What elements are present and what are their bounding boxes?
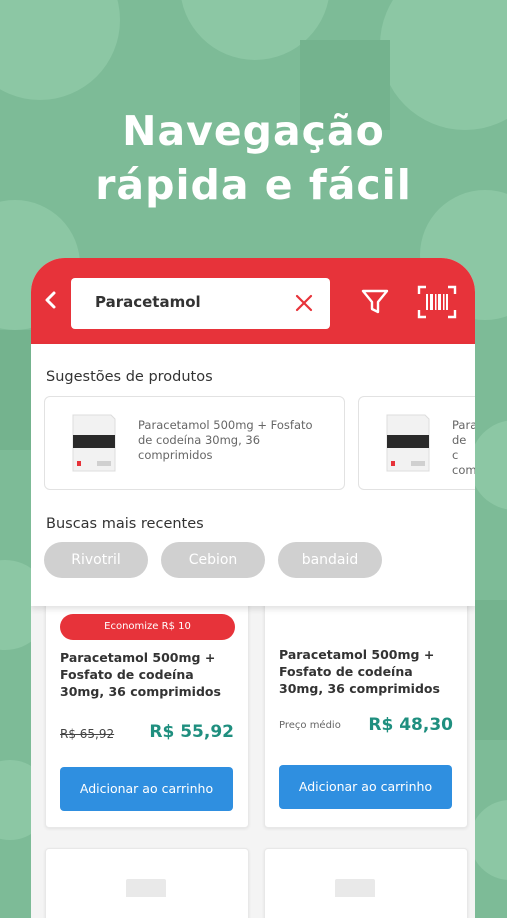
barcode-scan-icon[interactable] [417, 285, 457, 319]
product-grid: Economize R$ 10 Paracetamol 500mg + Fosf… [31, 588, 475, 918]
promo-headline: Navegação rápida e fácil [0, 104, 507, 212]
product-card[interactable]: Paracetamol 500mg + Fosfato de codeína 3… [264, 588, 468, 828]
search-value: Paracetamol [95, 293, 201, 311]
recent-search-chip[interactable]: bandaid [278, 542, 382, 578]
recent-searches-title: Buscas mais recentes [46, 516, 204, 532]
close-icon[interactable] [294, 293, 314, 313]
product-box-image [72, 414, 116, 472]
product-box-image [126, 879, 166, 897]
chevron-left-icon[interactable] [43, 288, 59, 312]
add-to-cart-button[interactable]: Adicionar ao carrinho [60, 767, 233, 811]
product-box-image [386, 414, 430, 472]
search-header: Paracetamol [31, 258, 475, 344]
phone-screen: Paracetamol Sugestões de produtos Parace… [31, 258, 475, 918]
product-price: R$ 55,92 [149, 722, 234, 742]
suggestion-text: Para de c com [452, 418, 475, 477]
average-price-label: Preço médio [279, 720, 341, 731]
product-card[interactable] [264, 848, 468, 918]
product-name: Paracetamol 500mg + Fosfato de codeína 3… [60, 650, 221, 699]
add-to-cart-button[interactable]: Adicionar ao carrinho [279, 765, 452, 809]
recent-search-chip[interactable]: Cebion [161, 542, 265, 578]
product-name: Paracetamol 500mg + Fosfato de codeína 3… [279, 647, 440, 696]
product-price: R$ 48,30 [368, 715, 453, 735]
filter-icon[interactable] [360, 286, 390, 316]
suggestions-title: Sugestões de produtos [46, 369, 213, 385]
search-input[interactable]: Paracetamol [71, 278, 330, 329]
product-box-image [335, 879, 375, 897]
headline-line-2: rápida e fácil [95, 161, 412, 209]
suggestion-card[interactable]: Para de c com [358, 396, 475, 490]
recent-search-chip[interactable]: Rivotril [44, 542, 148, 578]
product-card[interactable] [45, 848, 249, 918]
suggestion-card[interactable]: Paracetamol 500mg + Fosfato de codeína 3… [44, 396, 345, 490]
product-card[interactable]: Economize R$ 10 Paracetamol 500mg + Fosf… [45, 588, 249, 828]
discount-badge: Economize R$ 10 [60, 614, 235, 640]
suggestion-text: Paracetamol 500mg + Fosfato de codeína 3… [138, 418, 313, 462]
old-price: R$ 65,92 [60, 727, 115, 741]
search-suggestions-panel: Sugestões de produtos Paracetamol 500mg … [31, 344, 475, 606]
headline-line-1: Navegação [122, 107, 385, 155]
